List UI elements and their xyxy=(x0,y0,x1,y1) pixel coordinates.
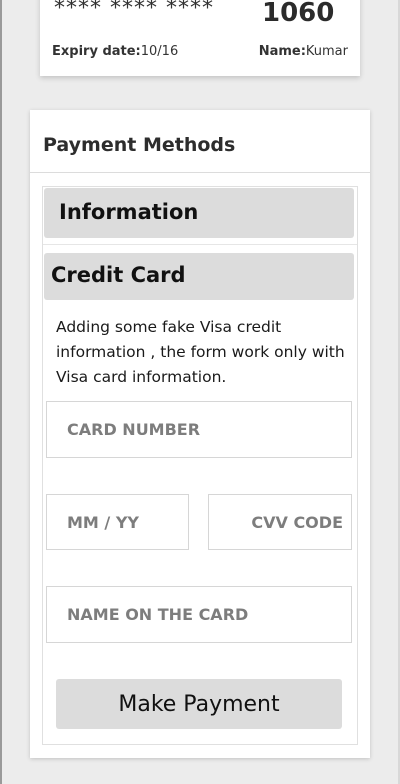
payment-panel: Payment Methods Information Credit Card … xyxy=(30,110,370,758)
payment-accordion: Information Credit Card Adding some fake… xyxy=(42,186,358,745)
card-preview: **** **** **** 1060 Expiry date:10/16 Na… xyxy=(40,0,360,76)
name-value: Kumar xyxy=(305,44,348,59)
accordion-separator xyxy=(43,244,357,245)
accordion-information-header[interactable]: Information xyxy=(44,188,354,238)
panel-divider xyxy=(30,172,370,173)
panel-title: Payment Methods xyxy=(43,134,236,156)
card-expiry: Expiry date:10/16 xyxy=(52,44,178,59)
card-last-four: 1060 xyxy=(262,0,335,28)
expiry-value: 10/16 xyxy=(140,44,179,59)
cvv-input[interactable] xyxy=(208,494,352,550)
expiry-input[interactable] xyxy=(46,494,189,550)
card-number-input[interactable] xyxy=(46,401,352,458)
accordion-information-label: Information xyxy=(59,200,199,224)
make-payment-button[interactable]: Make Payment xyxy=(56,679,342,729)
credit-card-description: Adding some fake Visa credit information… xyxy=(56,318,345,386)
accordion-credit-card-header[interactable]: Credit Card xyxy=(44,253,354,300)
expiry-label: Expiry date: xyxy=(52,44,141,59)
name-label: Name: xyxy=(258,44,306,59)
card-holder: Name:Kumar xyxy=(259,44,348,59)
masked-card-number: **** **** **** xyxy=(54,0,214,21)
accordion-credit-card-label: Credit Card xyxy=(51,263,186,287)
window-edge-left xyxy=(0,0,2,784)
name-on-card-input[interactable] xyxy=(46,586,352,643)
